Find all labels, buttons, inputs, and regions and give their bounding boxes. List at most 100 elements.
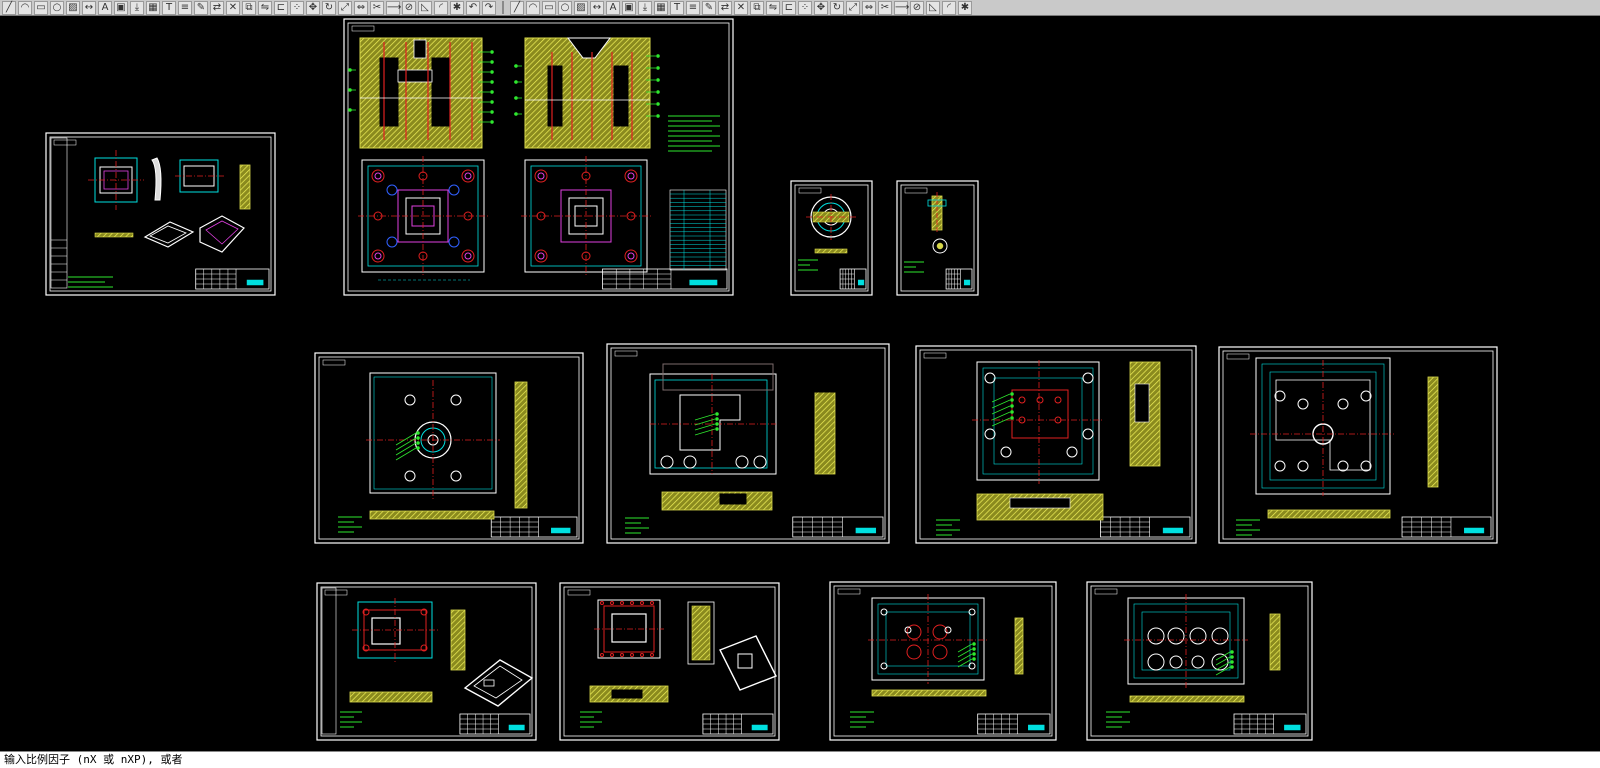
rectangle-icon[interactable]: ▭ — [34, 0, 48, 15]
rotate-icon[interactable]: ↻ — [322, 0, 336, 15]
balloon — [656, 78, 660, 82]
balloon — [1230, 660, 1234, 664]
erase-icon[interactable]: ✕ — [226, 0, 240, 15]
otrack-icon[interactable]: ≡ — [686, 0, 700, 15]
undo-icon[interactable]: ↶ — [466, 0, 480, 15]
block-icon[interactable]: ▣ — [114, 0, 128, 15]
model-icon[interactable]: ⇄ — [718, 0, 732, 15]
arc-icon[interactable]: ◠ — [18, 0, 32, 15]
table-icon[interactable]: ▦ — [146, 0, 160, 15]
copy-icon[interactable]: ⧉ — [242, 0, 256, 15]
trim-icon[interactable]: ✂ — [370, 0, 384, 15]
osnap-icon[interactable]: T — [670, 0, 684, 15]
sheet-bottom-clamp-plate — [1086, 581, 1313, 741]
move-icon[interactable]: ✥ — [306, 0, 320, 15]
offset-icon[interactable]: ⊏ — [274, 0, 288, 15]
stretch-icon[interactable]: ⇔ — [354, 0, 368, 15]
balloon — [656, 114, 660, 118]
grid-icon[interactable]: ▣ — [622, 0, 636, 15]
plate-bottom-section — [1267, 509, 1391, 519]
dist-icon[interactable]: ⁘ — [798, 0, 812, 15]
balloon — [656, 102, 660, 106]
insert-icon[interactable]: ⤓ — [130, 0, 144, 15]
zoom-window-icon[interactable]: ▭ — [542, 0, 556, 15]
sheet-top-clamp-plate — [314, 352, 584, 544]
layout-icon[interactable]: ✕ — [734, 0, 748, 15]
balloon — [1010, 392, 1014, 396]
title-block-label — [508, 724, 525, 731]
design-center-icon[interactable]: ✂ — [878, 0, 892, 15]
pan-icon[interactable]: ╱ — [510, 0, 524, 15]
balloon — [972, 642, 976, 646]
ring-section — [814, 248, 848, 254]
area-icon[interactable]: ✥ — [814, 0, 828, 15]
balloon — [715, 417, 719, 421]
line-icon[interactable]: ╱ — [2, 0, 16, 15]
circle-icon[interactable]: ○ — [50, 0, 64, 15]
balloon — [715, 422, 719, 426]
markup-icon[interactable]: ◺ — [926, 0, 940, 15]
balloon — [972, 657, 976, 661]
zoom-prev-icon[interactable]: ○ — [558, 0, 572, 15]
lwt-icon[interactable]: ✎ — [702, 0, 716, 15]
properties-icon[interactable]: ✎ — [194, 0, 208, 15]
sheet-cavity-insert — [316, 582, 537, 741]
array-icon[interactable]: ⁘ — [290, 0, 304, 15]
text-icon[interactable]: A — [98, 0, 112, 15]
redo-icon[interactable]: ↷ — [482, 0, 496, 15]
id-icon[interactable]: ⤢ — [846, 0, 860, 15]
balloon — [1010, 404, 1014, 408]
sheet-product-drawing — [45, 132, 276, 296]
qcalc-icon[interactable]: ◜ — [942, 0, 956, 15]
balloon — [656, 54, 660, 58]
product-side-section — [239, 164, 251, 210]
toolbar-separator — [502, 1, 504, 14]
scale-icon[interactable]: ⤢ — [338, 0, 352, 15]
product-section-strip — [94, 232, 134, 238]
chamfer-icon[interactable]: ◺ — [418, 0, 432, 15]
regen-icon[interactable]: ↔ — [590, 0, 604, 15]
command-line[interactable]: 输入比例因子 (nX 或 nXP), 或者 — [0, 751, 1600, 768]
snap-icon[interactable]: A — [606, 0, 620, 15]
plate-bottom-section — [1129, 695, 1245, 703]
preview-icon[interactable]: ⇋ — [766, 0, 780, 15]
match-icon[interactable]: ⇄ — [210, 0, 224, 15]
publish-icon[interactable]: ⊏ — [782, 0, 796, 15]
zoom-icon[interactable]: ◠ — [526, 0, 540, 15]
balloon — [490, 80, 494, 84]
balloon — [1230, 665, 1234, 669]
fillet-icon[interactable]: ◜ — [434, 0, 448, 15]
plate-bottom-section — [661, 491, 773, 511]
balloon — [490, 120, 494, 124]
calc-icon[interactable]: ⇔ — [862, 0, 876, 15]
balloon — [490, 90, 494, 94]
plate-bottom-section — [871, 689, 987, 697]
polar-icon[interactable]: ▦ — [654, 0, 668, 15]
ortho-icon[interactable]: ⤓ — [638, 0, 652, 15]
extend-icon[interactable]: ⟶ — [386, 0, 401, 15]
plate-bottom-section — [369, 510, 495, 520]
balloon — [490, 50, 494, 54]
tool-palette-icon[interactable]: ⟶ — [894, 0, 909, 15]
layer-icon[interactable]: ≡ — [178, 0, 192, 15]
mirror-icon[interactable]: ⇋ — [258, 0, 272, 15]
title-block-label — [963, 279, 971, 286]
help-icon[interactable]: ✱ — [958, 0, 972, 15]
title-block-label — [857, 279, 865, 286]
title-block-label — [1284, 724, 1301, 731]
list-icon[interactable]: ↻ — [830, 0, 844, 15]
explode-icon[interactable]: ✱ — [450, 0, 464, 15]
title-block-label — [855, 527, 877, 534]
balloon — [1230, 655, 1234, 659]
command-prompt-text: 输入比例因子 (nX 或 nXP), 或者 — [4, 753, 183, 766]
mtext-icon[interactable]: T — [162, 0, 176, 15]
dimension-icon[interactable]: ↔ — [82, 0, 96, 15]
balloon — [514, 96, 518, 100]
drawing-canvas[interactable] — [0, 17, 1600, 751]
hatch-icon[interactable]: ▨ — [66, 0, 80, 15]
plate-side-section — [1269, 613, 1281, 671]
redraw-icon[interactable]: ▨ — [574, 0, 588, 15]
plot-icon[interactable]: ⧉ — [750, 0, 764, 15]
sheet-set-icon[interactable]: ⊘ — [910, 0, 924, 15]
break-icon[interactable]: ⊘ — [402, 0, 416, 15]
